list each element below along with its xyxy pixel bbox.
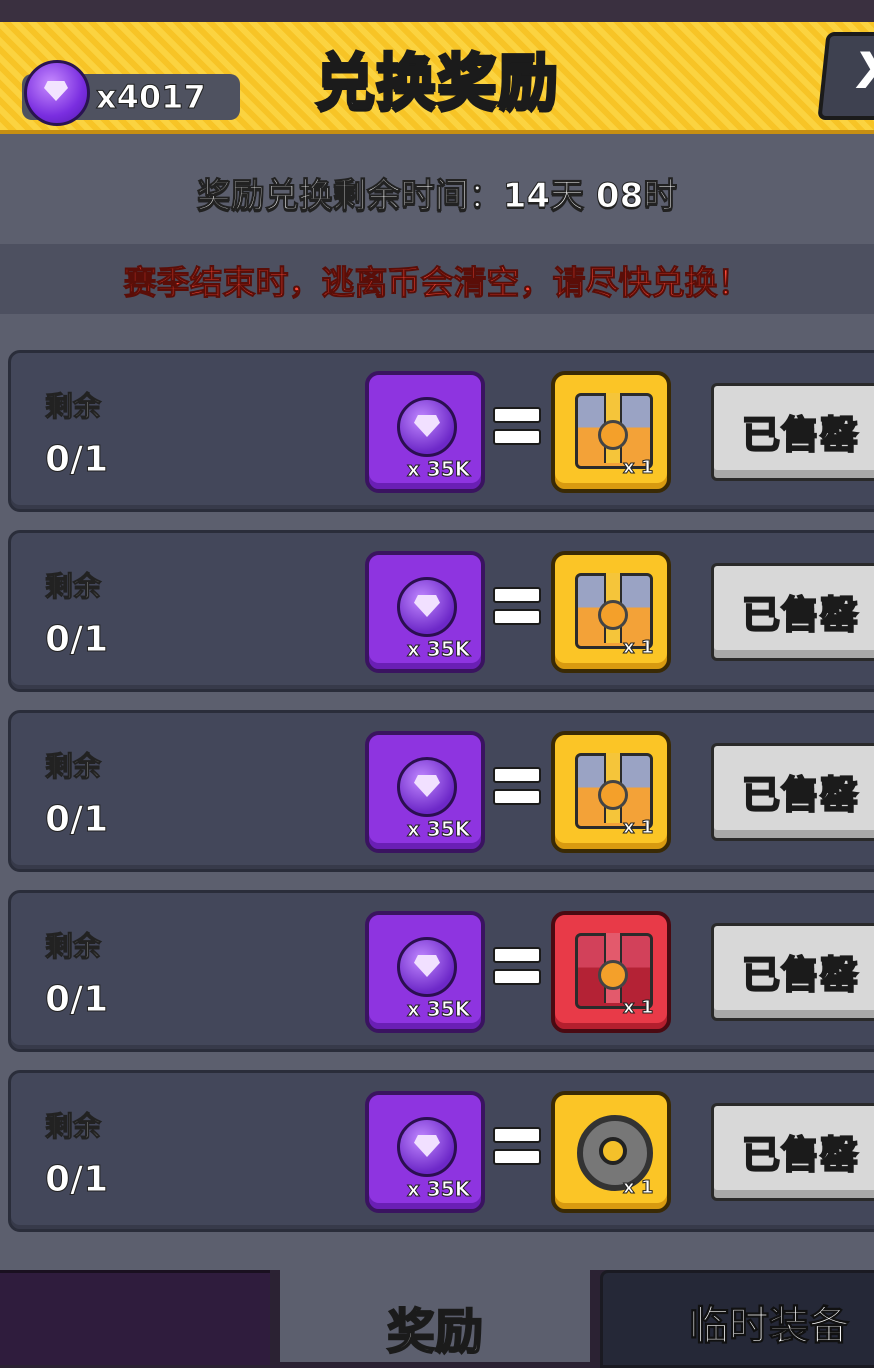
reward-quantity: x 1 (622, 817, 654, 839)
equals-icon (493, 407, 541, 445)
exchange-timer: 奖励兑换剩余时间：14天 08时 (196, 176, 678, 217)
equals-icon (493, 767, 541, 805)
remaining-value: 0/1 (44, 439, 109, 481)
offer-row: 剩余 0/1 x 35K x 1 已售罄 (8, 710, 874, 872)
remaining-value: 0/1 (44, 619, 109, 661)
sold-out-label: 已售罄 (741, 412, 860, 458)
cost-quantity: x 35K (406, 997, 471, 1022)
purple-gem-icon (397, 397, 457, 457)
offer-row: 剩余 0/1 x 35K x 1 已售罄 (8, 350, 874, 512)
reward-quantity: x 1 (622, 997, 654, 1019)
reward-slot[interactable]: x 1 (551, 551, 671, 673)
sold-out-button[interactable]: 已售罄 (711, 743, 874, 841)
reward-slot[interactable]: x 1 (551, 731, 671, 853)
sold-out-label: 已售罄 (741, 952, 860, 998)
close-button[interactable]: X (817, 32, 874, 120)
tab-temp-equipment[interactable]: 临时装备 (600, 1270, 874, 1368)
remaining-label: 剩余 (44, 930, 102, 964)
cost-quantity: x 35K (406, 1177, 471, 1202)
sold-out-label: 已售罄 (741, 772, 860, 818)
remaining-value: 0/1 (44, 799, 109, 841)
offer-row: 剩余 0/1 x 35K x 1 已售罄 (8, 1070, 874, 1232)
equals-icon (493, 947, 541, 985)
bottom-tab-bar: 奖励 临时装备 (0, 1270, 874, 1368)
sold-out-button[interactable]: 已售罄 (711, 923, 874, 1021)
equals-icon (493, 1127, 541, 1165)
bottom-left-area (0, 1270, 270, 1365)
panel-header: x4017 兑换奖励 X (0, 22, 874, 134)
sold-out-button[interactable]: 已售罄 (711, 383, 874, 481)
sold-out-button[interactable]: 已售罄 (711, 563, 874, 661)
cost-quantity: x 35K (406, 817, 471, 842)
cost-slot: x 35K (365, 1091, 485, 1213)
reward-slot[interactable]: x 1 (551, 911, 671, 1033)
background-game-strip (0, 0, 874, 22)
offer-row: 剩余 0/1 x 35K x 1 已售罄 (8, 890, 874, 1052)
warning-text: 赛季结束时，逃离币会清空，请尽快兑换！ (123, 263, 751, 303)
offer-row: 剩余 0/1 x 35K x 1 已售罄 (8, 530, 874, 692)
remaining-label: 剩余 (44, 390, 102, 424)
reward-quantity: x 1 (622, 1177, 654, 1199)
warning-banner: 赛季结束时，逃离币会清空，请尽快兑换！ (0, 244, 874, 314)
cost-slot: x 35K (365, 551, 485, 673)
sold-out-label: 已售罄 (741, 592, 860, 638)
remaining-value: 0/1 (44, 979, 109, 1021)
equals-icon (493, 587, 541, 625)
reward-quantity: x 1 (622, 637, 654, 659)
cost-slot: x 35K (365, 911, 485, 1033)
remaining-value: 0/1 (44, 1159, 109, 1201)
reward-slot[interactable]: x 1 (551, 1091, 671, 1213)
purple-gem-icon (397, 937, 457, 997)
close-icon: X (853, 42, 874, 100)
tab-rewards[interactable]: 奖励 (280, 1270, 590, 1362)
cost-slot: x 35K (365, 731, 485, 853)
sold-out-button[interactable]: 已售罄 (711, 1103, 874, 1201)
page-title: 兑换奖励 (314, 47, 560, 120)
sold-out-label: 已售罄 (741, 1132, 860, 1178)
reward-quantity: x 1 (622, 457, 654, 479)
remaining-label: 剩余 (44, 1110, 102, 1144)
tab-temp-equipment-label: 临时装备 (689, 1303, 850, 1350)
purple-gem-icon (397, 757, 457, 817)
reward-slot[interactable]: x 1 (551, 371, 671, 493)
remaining-label: 剩余 (44, 570, 102, 604)
cost-quantity: x 35K (406, 637, 471, 662)
cost-quantity: x 35K (406, 457, 471, 482)
cost-slot: x 35K (365, 371, 485, 493)
purple-gem-icon (397, 1117, 457, 1177)
remaining-label: 剩余 (44, 750, 102, 784)
tab-rewards-label: 奖励 (386, 1303, 484, 1361)
purple-gem-icon (397, 577, 457, 637)
